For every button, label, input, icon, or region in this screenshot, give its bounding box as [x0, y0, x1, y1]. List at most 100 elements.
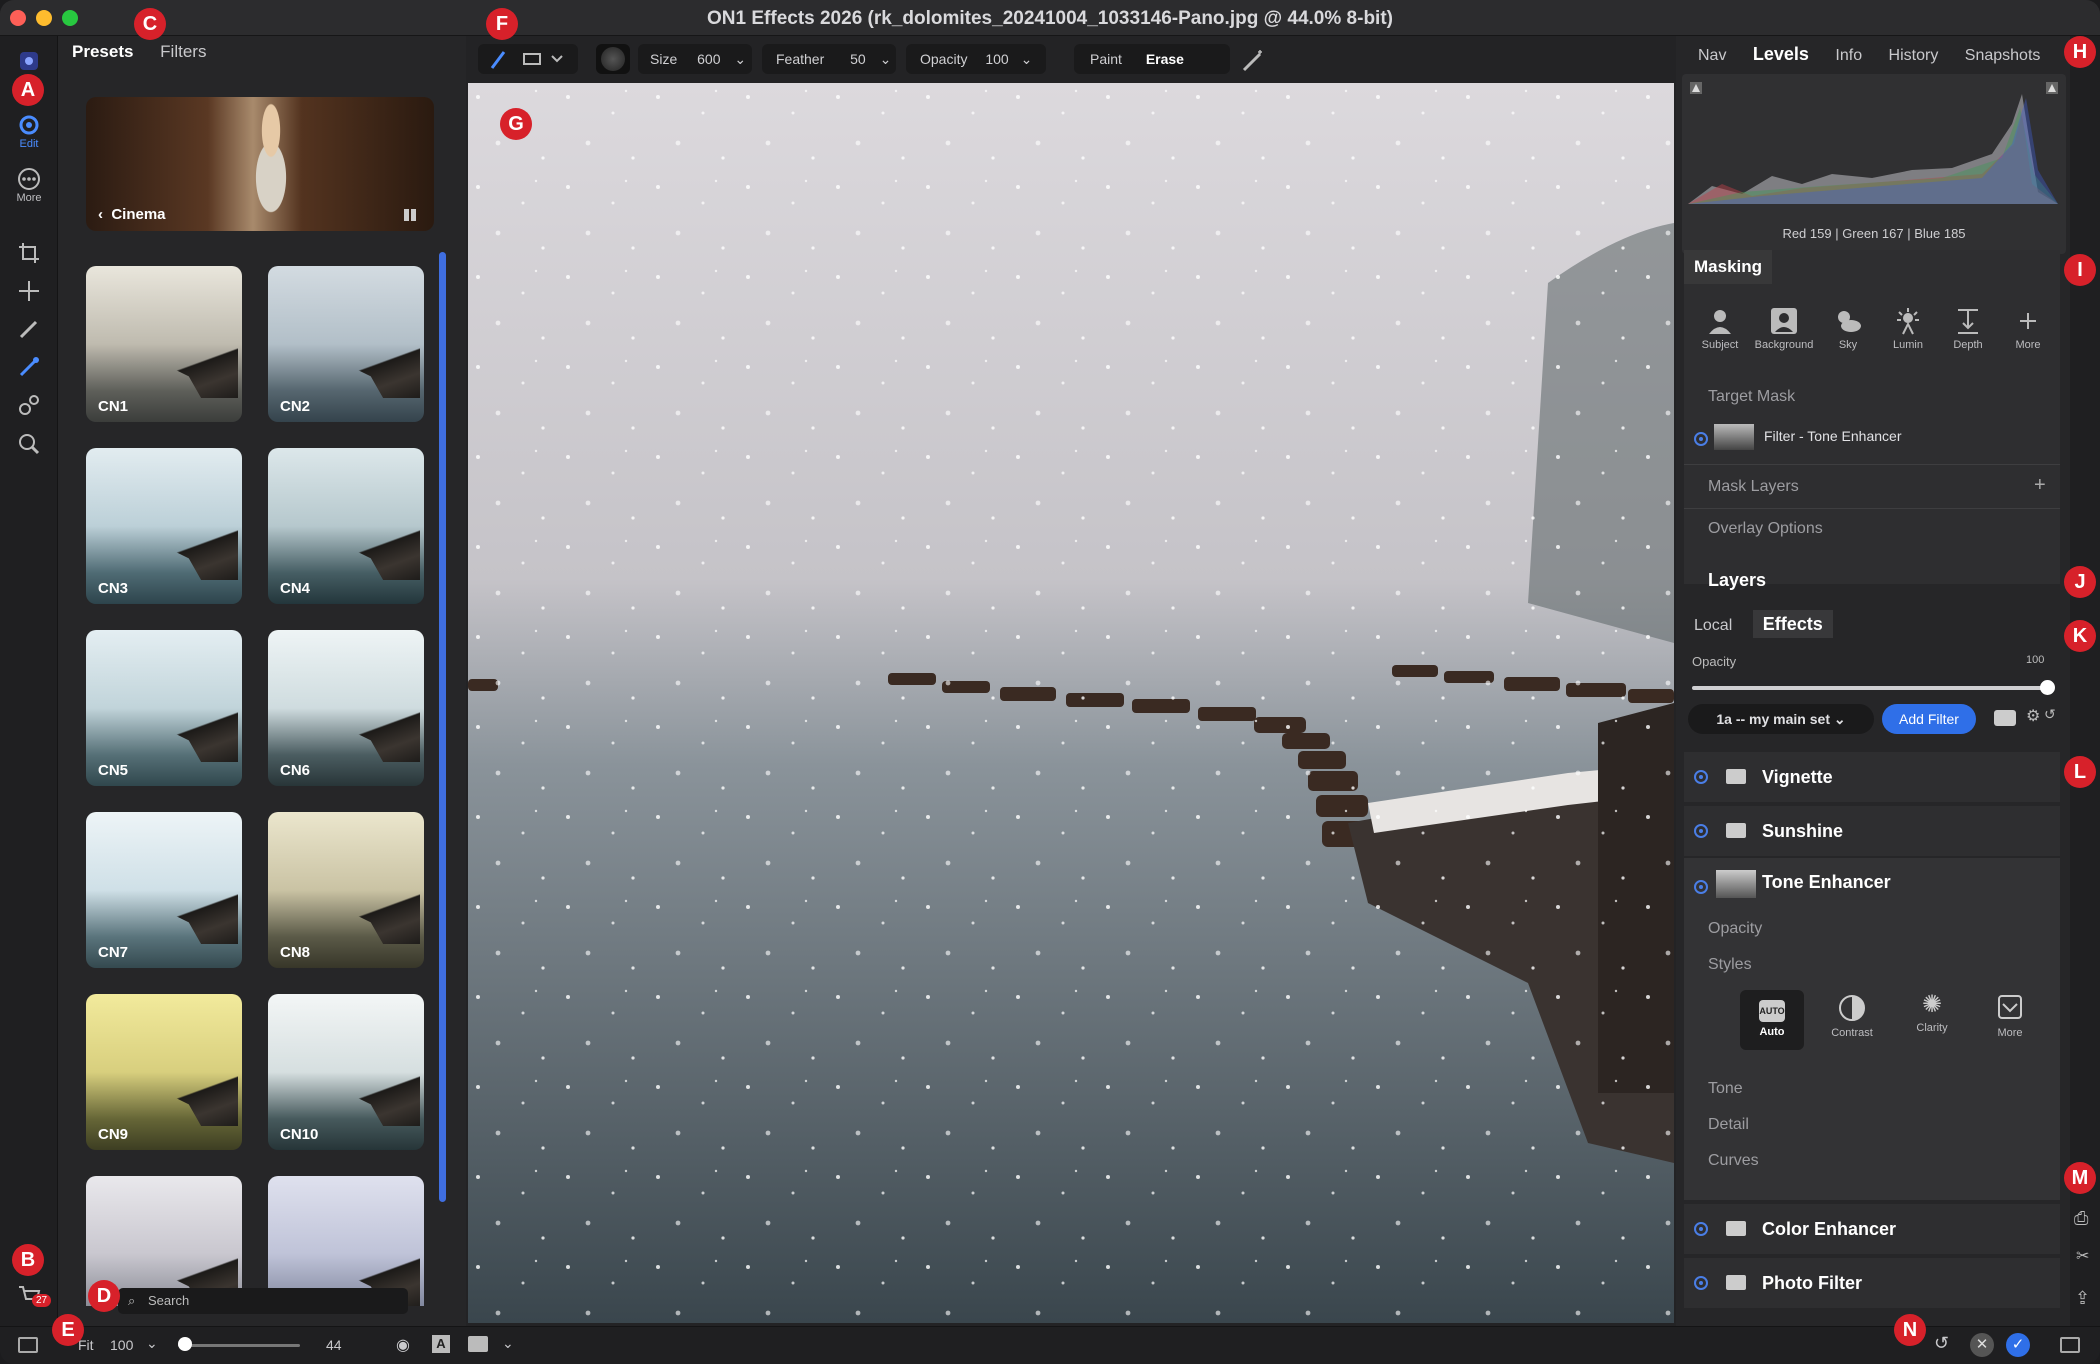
more-module-button[interactable]: More [0, 166, 58, 204]
search-input[interactable]: ⌕ Search [118, 1288, 408, 1314]
erase-mode-button[interactable]: Erase [1146, 51, 1184, 67]
preset-thumb-cn5[interactable]: CN5 [86, 630, 242, 786]
presets-scrollbar[interactable] [439, 252, 446, 1202]
layer-opacity-thumb[interactable] [2040, 680, 2055, 695]
size-value[interactable]: 600 [697, 51, 720, 67]
mask-background-button[interactable]: Background [1752, 306, 1816, 351]
tab-local[interactable]: Local [1694, 617, 1732, 634]
mask-layers-label[interactable]: Mask Layers [1708, 478, 1799, 496]
filter-row-color-enhancer[interactable]: Color Enhancer [1684, 1204, 2060, 1254]
curves-section[interactable]: Curves [1708, 1152, 1759, 1170]
mask-sky-button[interactable]: Sky [1820, 306, 1876, 351]
retouch-tool[interactable] [0, 316, 58, 342]
mask-toggle-icon[interactable] [1994, 710, 2016, 726]
target-visibility-icon[interactable] [1694, 432, 1708, 446]
layer-opacity-slider[interactable] [1692, 686, 2050, 690]
brush-type-selector[interactable] [478, 44, 578, 74]
visibility-icon[interactable] [1694, 824, 1708, 838]
grid-view-icon[interactable] [404, 209, 416, 221]
size-control[interactable]: Size 600 ⌄ [638, 44, 752, 74]
style-contrast-button[interactable]: Contrast [1820, 990, 1884, 1050]
chevron-down-icon[interactable]: ⌄ [502, 1335, 514, 1352]
cart-button[interactable]: 27 [0, 1282, 58, 1308]
tone-section[interactable]: Tone [1708, 1080, 1743, 1098]
tab-effects[interactable]: Effects [1752, 610, 1833, 638]
mask-subject-button[interactable]: Subject [1692, 306, 1748, 351]
zoom-tool[interactable] [0, 430, 58, 456]
preset-thumb-cn7[interactable]: CN7 [86, 812, 242, 968]
masking-brush-tool[interactable] [0, 354, 58, 380]
paint-erase-toggle[interactable]: Paint Erase [1074, 44, 1230, 74]
preset-thumb-cn10[interactable]: CN10 [268, 994, 424, 1150]
style-auto-button[interactable]: AUTO Auto [1740, 990, 1804, 1050]
style-more-button[interactable]: More [1978, 990, 2042, 1050]
category-label[interactable]: ‹ Cinema [98, 206, 166, 223]
toggle-left-panel-icon[interactable] [18, 1337, 38, 1353]
mask-more-button[interactable]: More [2000, 306, 2056, 351]
transform-tool[interactable] [0, 278, 58, 304]
image-canvas[interactable] [468, 83, 1674, 1323]
tab-presets[interactable]: Presets [72, 42, 133, 62]
mask-depth-button[interactable]: Depth [1940, 306, 1996, 351]
crop-tool[interactable] [0, 240, 58, 266]
tab-snapshots[interactable]: Snapshots [1965, 47, 2041, 65]
detail-section[interactable]: Detail [1708, 1116, 1749, 1134]
settings-gear-icon[interactable]: ⚙ [2026, 706, 2040, 726]
mask-lumin-button[interactable]: Lumin [1880, 306, 1936, 351]
layers-title[interactable]: Layers [1708, 570, 1766, 591]
preset-thumb-cn2[interactable]: CN2 [268, 266, 424, 422]
levels-histogram[interactable]: Red 159 | Green 167 | Blue 185 [1682, 74, 2066, 254]
edit-module-button[interactable]: Edit [0, 112, 58, 150]
tone-opacity-label[interactable]: Opacity [1708, 920, 1762, 938]
feather-value[interactable]: 50 [850, 51, 866, 67]
print-icon[interactable]: ⎙ [2074, 1208, 2088, 1229]
tab-levels[interactable]: Levels [1753, 44, 1809, 65]
add-mask-layer-icon[interactable]: + [2034, 474, 2046, 497]
reset-icon[interactable]: ↺ [2044, 706, 2056, 723]
filter-name[interactable]: Tone Enhancer [1762, 872, 1891, 893]
preset-thumb-cn6[interactable]: CN6 [268, 630, 424, 786]
visibility-icon[interactable] [1694, 1276, 1708, 1290]
tab-filters[interactable]: Filters [160, 42, 206, 62]
toggle-right-panel-icon[interactable] [2060, 1337, 2080, 1353]
brush-preview-swatch[interactable] [596, 44, 630, 74]
compare-a-icon[interactable]: A [432, 1335, 450, 1353]
filter-row-sunshine[interactable]: Sunshine [1684, 806, 2060, 856]
preset-thumb-cn8[interactable]: CN8 [268, 812, 424, 968]
scissors-icon[interactable]: ✂ [2076, 1246, 2089, 1266]
zoom-slider-thumb[interactable] [178, 1337, 192, 1351]
mask-view-icon[interactable] [468, 1336, 488, 1352]
visibility-icon[interactable] [1694, 1222, 1708, 1236]
eye-preview-icon[interactable]: ◉ [396, 1335, 410, 1355]
tab-history[interactable]: History [1889, 47, 1939, 65]
preset-thumb-cn3[interactable]: CN3 [86, 448, 242, 604]
zoom-slider[interactable] [178, 1344, 300, 1347]
style-clarity-button[interactable]: ✺ Clarity [1900, 990, 1964, 1050]
filter-row-photo-filter[interactable]: Photo Filter [1684, 1258, 2060, 1308]
clone-tool[interactable] [0, 392, 58, 418]
magic-brush-button[interactable] [1240, 48, 1266, 79]
visibility-icon[interactable] [1694, 880, 1708, 894]
preset-thumb-cn1[interactable]: CN1 [86, 266, 242, 422]
opacity-value[interactable]: 100 [985, 51, 1008, 67]
visibility-icon[interactable] [1694, 770, 1708, 784]
opacity-control[interactable]: Opacity 100 ⌄ [906, 44, 1046, 74]
overlay-options-label[interactable]: Overlay Options [1708, 520, 1823, 538]
paint-mode-button[interactable]: Paint [1090, 51, 1122, 67]
cancel-button[interactable]: ✕ [1970, 1333, 1994, 1357]
zoom-value[interactable]: 100 [110, 1337, 133, 1353]
preset-thumb-cn12[interactable] [268, 1176, 424, 1306]
feather-control[interactable]: Feather 50 ⌄ [762, 44, 896, 74]
add-filter-button[interactable]: Add Filter [1882, 704, 1976, 734]
preset-thumb-cn4[interactable]: CN4 [268, 448, 424, 604]
tab-nav[interactable]: Nav [1698, 47, 1726, 65]
preset-thumb-cn9[interactable]: CN9 [86, 994, 242, 1150]
category-header[interactable]: ‹ Cinema [86, 97, 434, 231]
tab-info[interactable]: Info [1835, 47, 1862, 65]
target-layer-name[interactable]: Filter - Tone Enhancer [1764, 428, 1901, 444]
filter-row-vignette[interactable]: Vignette [1684, 752, 2060, 802]
undo-icon[interactable]: ↺ [1934, 1333, 1949, 1354]
chevron-down-icon[interactable]: ⌄ [146, 1335, 158, 1352]
apply-button[interactable]: ✓ [2006, 1333, 2030, 1357]
styles-label[interactable]: Styles [1708, 956, 1752, 974]
